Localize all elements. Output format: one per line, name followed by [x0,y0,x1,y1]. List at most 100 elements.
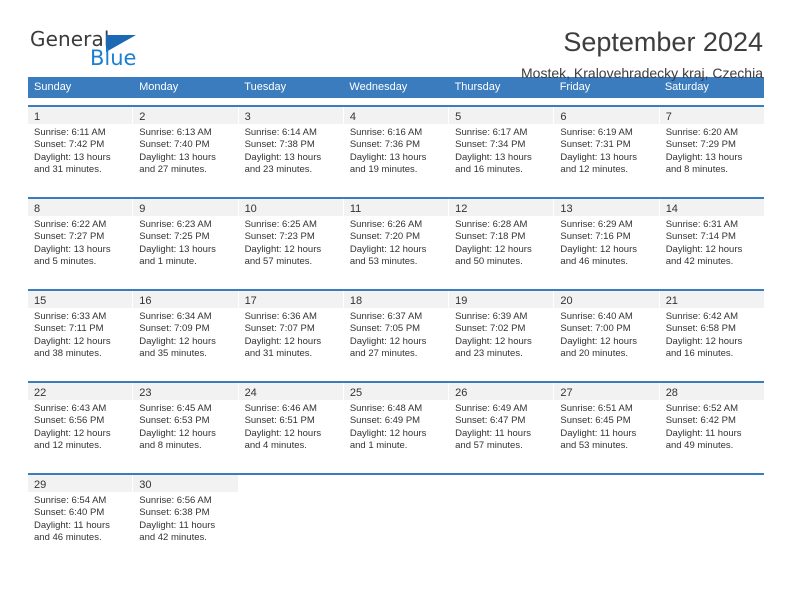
daylight-text-line2: and 46 minutes. [560,256,629,268]
sunrise-text: Sunrise: 6:19 AM [560,127,633,138]
day-cell-10[interactable]: 10 Sunrise: 6:25 AM Sunset: 7:23 PM Dayl… [238,199,344,282]
sunrise-text: Sunrise: 6:17 AM [455,127,528,138]
daylight-text-line1: Daylight: 13 hours [560,151,637,163]
daylight-text-line2: and 42 minutes. [139,532,207,544]
day-cell-28[interactable]: 28 Sunrise: 6:52 AM Sunset: 6:42 PM Dayl… [659,383,764,466]
day-cell-15[interactable]: 15 Sunrise: 6:33 AM Sunset: 7:11 PM Dayl… [28,291,134,374]
day-number: 26 [455,387,468,399]
day-cell-12[interactable]: 12 Sunrise: 6:28 AM Sunset: 7:18 PM Dayl… [449,199,555,282]
day-details: Sunrise: 6:37 AM Sunset: 7:05 PM Dayligh… [344,308,448,361]
sunset-text: Sunset: 7:11 PM [34,323,104,335]
day-cell-6[interactable]: 6 Sunrise: 6:19 AM Sunset: 7:31 PM Dayli… [554,107,660,190]
day-cell-17[interactable]: 17 Sunrise: 6:36 AM Sunset: 7:07 PM Dayl… [238,291,344,374]
day-number: 10 [244,203,257,215]
day-cell-3[interactable]: 3 Sunrise: 6:14 AM Sunset: 7:38 PM Dayli… [238,107,344,190]
day-cell-11[interactable]: 11 Sunrise: 6:26 AM Sunset: 7:20 PM Dayl… [343,199,450,282]
day-cell-27[interactable]: 27 Sunrise: 6:51 AM Sunset: 6:45 PM Dayl… [554,383,660,466]
general-blue-logo[interactable]: General Blue [28,27,178,77]
daylight-text-line2: and 53 minutes. [349,256,418,268]
day-cell-26[interactable]: 26 Sunrise: 6:49 AM Sunset: 6:47 PM Dayl… [449,383,555,466]
daylight-text-line1: Daylight: 12 hours [349,243,427,255]
sunset-text: Sunset: 7:09 PM [139,323,210,335]
day-cell-13[interactable]: 13 Sunrise: 6:29 AM Sunset: 7:16 PM Dayl… [554,199,660,282]
daylight-text-line1: Daylight: 12 hours [139,427,216,439]
day-number: 30 [139,479,152,491]
daylight-text-line2: and 5 minutes. [34,256,97,268]
day-number-band: 4 [343,107,449,124]
day-number-band: 1 [28,107,133,124]
daylight-text-line1: Daylight: 13 hours [34,151,111,163]
day-cell-24[interactable]: 24 Sunrise: 6:46 AM Sunset: 6:51 PM Dayl… [238,383,344,466]
day-number-band: 13 [554,199,659,216]
sunrise-text: Sunrise: 6:14 AM [244,127,317,138]
day-cell-9[interactable]: 9 Sunrise: 6:23 AM Sunset: 7:25 PM Dayli… [133,199,239,282]
day-cell-8[interactable]: 8 Sunrise: 6:22 AM Sunset: 7:27 PM Dayli… [28,199,134,282]
day-details: Sunrise: 6:43 AM Sunset: 6:56 PM Dayligh… [28,400,132,453]
day-details: Sunrise: 6:42 AM Sunset: 6:58 PM Dayligh… [660,308,764,361]
day-cell-29[interactable]: 29 Sunrise: 6:54 AM Sunset: 6:40 PM Dayl… [28,475,134,558]
daylight-text-line1: Daylight: 11 hours [665,427,742,439]
weekday-header-row: Sunday Monday Tuesday Wednesday Thursday… [28,77,764,98]
sunset-text: Sunset: 6:58 PM [665,323,736,335]
day-number: 7 [665,111,672,123]
day-cell-14[interactable]: 14 Sunrise: 6:31 AM Sunset: 7:14 PM Dayl… [659,199,764,282]
day-details: Sunrise: 6:11 AM Sunset: 7:42 PM Dayligh… [28,124,132,177]
day-number-band: 8 [28,199,133,216]
day-number-band: 11 [343,199,449,216]
day-cell-22[interactable]: 22 Sunrise: 6:43 AM Sunset: 6:56 PM Dayl… [28,383,134,466]
daylight-text-line2: and 16 minutes. [665,348,734,360]
sunset-text: Sunset: 7:20 PM [349,231,421,243]
sunrise-text: Sunrise: 6:37 AM [349,311,423,322]
sunrise-text: Sunrise: 6:26 AM [349,219,423,230]
day-cell-23[interactable]: 23 Sunrise: 6:45 AM Sunset: 6:53 PM Dayl… [133,383,239,466]
sunset-text: Sunset: 6:47 PM [455,415,526,427]
day-cell-7[interactable]: 7 Sunrise: 6:20 AM Sunset: 7:29 PM Dayli… [659,107,764,190]
day-cell-16[interactable]: 16 Sunrise: 6:34 AM Sunset: 7:09 PM Dayl… [133,291,239,374]
sunrise-text: Sunrise: 6:11 AM [34,127,106,138]
day-cell-empty [343,475,450,558]
day-number-band [238,475,343,492]
day-number: 29 [34,479,47,491]
day-number-band: 22 [28,383,133,400]
day-cell-1[interactable]: 1 Sunrise: 6:11 AM Sunset: 7:42 PM Dayli… [28,107,134,190]
sunset-text: Sunset: 7:07 PM [244,323,315,335]
day-details: Sunrise: 6:28 AM Sunset: 7:18 PM Dayligh… [449,216,553,269]
daylight-text-line1: Daylight: 12 hours [244,335,322,347]
day-cell-18[interactable]: 18 Sunrise: 6:37 AM Sunset: 7:05 PM Dayl… [343,291,450,374]
day-cell-20[interactable]: 20 Sunrise: 6:40 AM Sunset: 7:00 PM Dayl… [554,291,660,374]
sunrise-text: Sunrise: 6:52 AM [665,403,739,414]
day-cell-25[interactable]: 25 Sunrise: 6:48 AM Sunset: 6:49 PM Dayl… [343,383,450,466]
day-cell-21[interactable]: 21 Sunrise: 6:42 AM Sunset: 6:58 PM Dayl… [659,291,764,374]
day-cell-5[interactable]: 5 Sunrise: 6:17 AM Sunset: 7:34 PM Dayli… [449,107,555,190]
week-row-2: 8 Sunrise: 6:22 AM Sunset: 7:27 PM Dayli… [28,197,764,282]
day-number: 5 [455,111,462,123]
day-number: 4 [349,111,356,123]
daylight-text-line2: and 31 minutes. [34,164,102,176]
day-cell-4[interactable]: 4 Sunrise: 6:16 AM Sunset: 7:36 PM Dayli… [343,107,450,190]
day-cell-2[interactable]: 2 Sunrise: 6:13 AM Sunset: 7:40 PM Dayli… [133,107,239,190]
day-number-band: 18 [343,291,449,308]
day-number: 6 [560,111,567,123]
day-number-band: 30 [133,475,238,492]
day-cell-empty [659,475,764,558]
day-number: 3 [244,111,251,123]
sunset-text: Sunset: 7:14 PM [665,231,736,243]
daylight-text-line2: and 12 minutes. [560,164,629,176]
day-number-band: 19 [449,291,554,308]
day-number: 2 [139,111,146,123]
day-cell-30[interactable]: 30 Sunrise: 6:56 AM Sunset: 6:38 PM Dayl… [133,475,239,558]
day-number: 17 [244,295,257,307]
day-details: Sunrise: 6:52 AM Sunset: 6:42 PM Dayligh… [660,400,764,453]
day-number: 20 [560,295,573,307]
sunset-text: Sunset: 7:31 PM [560,139,631,151]
daylight-text-line2: and 42 minutes. [665,256,734,268]
daylight-text-line1: Daylight: 13 hours [244,151,322,163]
day-details: Sunrise: 6:46 AM Sunset: 6:51 PM Dayligh… [239,400,343,453]
day-number: 28 [665,387,678,399]
daylight-text-line2: and 1 minute. [139,256,197,268]
day-cell-19[interactable]: 19 Sunrise: 6:39 AM Sunset: 7:02 PM Dayl… [449,291,555,374]
day-number-band: 17 [238,291,343,308]
week-row-1: 1 Sunrise: 6:11 AM Sunset: 7:42 PM Dayli… [28,105,764,190]
day-number: 8 [34,203,41,215]
daylight-text-line2: and 23 minutes. [455,348,523,360]
